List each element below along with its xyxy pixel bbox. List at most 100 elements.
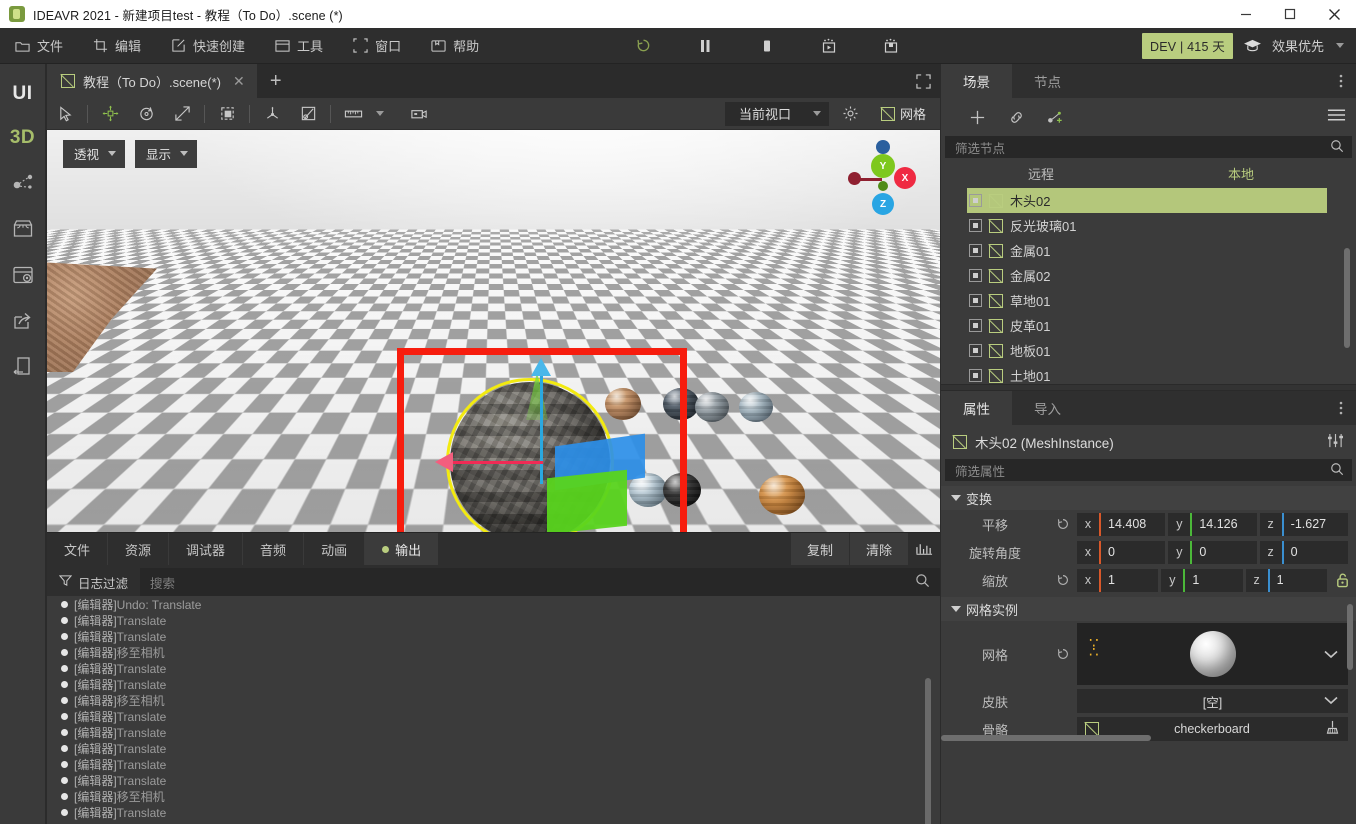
- measure-icon[interactable]: [335, 98, 371, 130]
- rail-mode-ui[interactable]: UI: [0, 72, 46, 116]
- log-output-area[interactable]: [编辑器]Undo: Translate [编辑器]Translate [编辑器]T…: [47, 596, 940, 824]
- tree-row[interactable]: 木头02: [967, 188, 1327, 213]
- gizmo-y-arrow[interactable]: [531, 358, 551, 376]
- mesh-preview-field[interactable]: ∵ ∴: [1077, 623, 1348, 685]
- translate-z-field[interactable]: z -1.627: [1259, 512, 1348, 536]
- visibility-toggle-icon[interactable]: [969, 369, 982, 382]
- more-vertical-icon[interactable]: [1326, 64, 1356, 98]
- store-icon[interactable]: [0, 206, 46, 252]
- menu-window[interactable]: 窗口: [338, 28, 416, 64]
- hamburger-icon[interactable]: [1327, 108, 1346, 127]
- scale-z-field[interactable]: z1: [1245, 568, 1327, 592]
- visibility-toggle-icon[interactable]: [969, 319, 982, 332]
- tree-row[interactable]: 皮革01: [941, 313, 1356, 338]
- waveform-icon[interactable]: [908, 533, 940, 565]
- tree-row[interactable]: 土地01: [941, 363, 1356, 384]
- visibility-toggle-icon[interactable]: [969, 219, 982, 232]
- axis-gizmo-widget[interactable]: Y X Z: [846, 138, 918, 216]
- inspector-scrollbar-thumb[interactable]: [1347, 604, 1353, 670]
- clear-button[interactable]: 清除: [848, 533, 908, 565]
- tree-row[interactable]: 反光玻璃01: [941, 213, 1356, 238]
- reset-translate-icon[interactable]: [1049, 517, 1077, 531]
- scene-tab[interactable]: 教程（To Do）.scene(*) ✕: [47, 64, 257, 98]
- visibility-toggle-icon[interactable]: [969, 294, 982, 307]
- select-cursor-icon[interactable]: [47, 98, 83, 130]
- graduation-cap-icon[interactable]: [1243, 38, 1262, 53]
- menu-tools[interactable]: 工具: [260, 28, 338, 64]
- gizmo-plane-xy[interactable]: [547, 469, 627, 532]
- scale-y-field[interactable]: y1: [1161, 568, 1243, 592]
- gizmo-x-arrow[interactable]: [435, 452, 453, 472]
- play-scene-icon[interactable]: [798, 28, 860, 64]
- visibility-toggle-icon[interactable]: [969, 344, 982, 357]
- menu-file[interactable]: 文件: [0, 28, 78, 64]
- visibility-toggle-icon[interactable]: [969, 194, 982, 207]
- panel-settings-icon[interactable]: [0, 252, 46, 298]
- add-node-icon[interactable]: [969, 109, 986, 126]
- tab-output[interactable]: 输出: [365, 533, 439, 565]
- rotate-x-field[interactable]: x0: [1077, 540, 1166, 564]
- new-tab-button[interactable]: +: [257, 64, 295, 98]
- chevron-down-icon[interactable]: [1324, 647, 1338, 662]
- menu-edit[interactable]: 编辑: [78, 28, 156, 64]
- visibility-toggle-icon[interactable]: [969, 269, 982, 282]
- log-filter-button[interactable]: 日志过滤: [47, 568, 141, 596]
- tree-scrollbar-thumb[interactable]: [1344, 248, 1350, 348]
- reset-scale-icon[interactable]: [1049, 573, 1077, 587]
- scale-tool-icon[interactable]: [164, 98, 200, 130]
- gizmo-x-axis[interactable]: [447, 461, 543, 464]
- expand-icon[interactable]: [906, 64, 940, 98]
- stop-icon[interactable]: [736, 28, 798, 64]
- property-filter-input[interactable]: 筛选属性: [945, 459, 1352, 481]
- minimize-button[interactable]: [1224, 0, 1268, 28]
- translate-y-field[interactable]: y 14.126: [1168, 512, 1257, 536]
- reset-mesh-icon[interactable]: [1049, 647, 1077, 661]
- pivot-icon[interactable]: [254, 98, 290, 130]
- export-icon[interactable]: [0, 298, 46, 344]
- gizmo-y-axis[interactable]: [540, 364, 543, 484]
- search-icon[interactable]: [915, 573, 930, 591]
- tab-properties[interactable]: 属性: [941, 391, 1012, 425]
- tree-row[interactable]: 地板01: [941, 338, 1356, 363]
- menu-help[interactable]: 帮助: [416, 28, 494, 64]
- undo-run-icon[interactable]: [612, 28, 674, 64]
- tree-row[interactable]: 金属02: [941, 263, 1356, 288]
- tab-import[interactable]: 导入: [1012, 391, 1083, 425]
- scene-tree[interactable]: 木头02反光玻璃01金属01金属02草地01皮革01地板01土地01砖01: [941, 188, 1356, 384]
- rotate-y-field[interactable]: y0: [1168, 540, 1257, 564]
- package-icon[interactable]: [860, 28, 922, 64]
- node-graph-icon[interactable]: [0, 160, 46, 206]
- gear-icon[interactable]: [833, 98, 869, 130]
- visibility-toggle-icon[interactable]: [969, 244, 982, 257]
- add-child-node-icon[interactable]: [1047, 109, 1066, 126]
- viewport-3d[interactable]: 透视 显示 Y X Z: [47, 130, 940, 532]
- section-transform[interactable]: 变换: [941, 486, 1356, 510]
- grid-toggle[interactable]: 网格: [873, 104, 934, 123]
- perspective-button[interactable]: 透视: [63, 140, 126, 168]
- log-search-input[interactable]: 搜索: [140, 568, 940, 596]
- tab-debugger[interactable]: 调试器: [169, 533, 244, 565]
- tab-audio[interactable]: 音频: [243, 533, 305, 565]
- pause-icon[interactable]: [674, 28, 736, 64]
- broom-icon[interactable]: [1325, 720, 1340, 738]
- rail-mode-3d[interactable]: 3D: [0, 116, 46, 160]
- maximize-button[interactable]: [1268, 0, 1312, 28]
- rotate-z-field[interactable]: z0: [1259, 540, 1348, 564]
- search-icon[interactable]: [1330, 462, 1344, 479]
- node-filter-input[interactable]: 筛选节点: [945, 136, 1352, 158]
- snap-icon[interactable]: [290, 98, 326, 130]
- log-scrollbar-thumb[interactable]: [925, 678, 931, 824]
- menu-quick-create[interactable]: 快速创建: [156, 28, 260, 64]
- scale-x-field[interactable]: x1: [1077, 568, 1159, 592]
- close-button[interactable]: [1312, 0, 1356, 28]
- publish-icon[interactable]: [0, 344, 46, 390]
- close-icon[interactable]: ✕: [233, 73, 245, 90]
- tab-scene[interactable]: 场景: [941, 64, 1012, 98]
- viewport-select[interactable]: 当前视口: [724, 101, 829, 126]
- search-icon[interactable]: [1330, 139, 1344, 156]
- chevron-down-icon[interactable]: [1324, 694, 1338, 708]
- sliders-icon[interactable]: [1327, 433, 1344, 451]
- tree-row[interactable]: 金属01: [941, 238, 1356, 263]
- link-icon[interactable]: [1008, 109, 1025, 126]
- rotate-tool-icon[interactable]: [128, 98, 164, 130]
